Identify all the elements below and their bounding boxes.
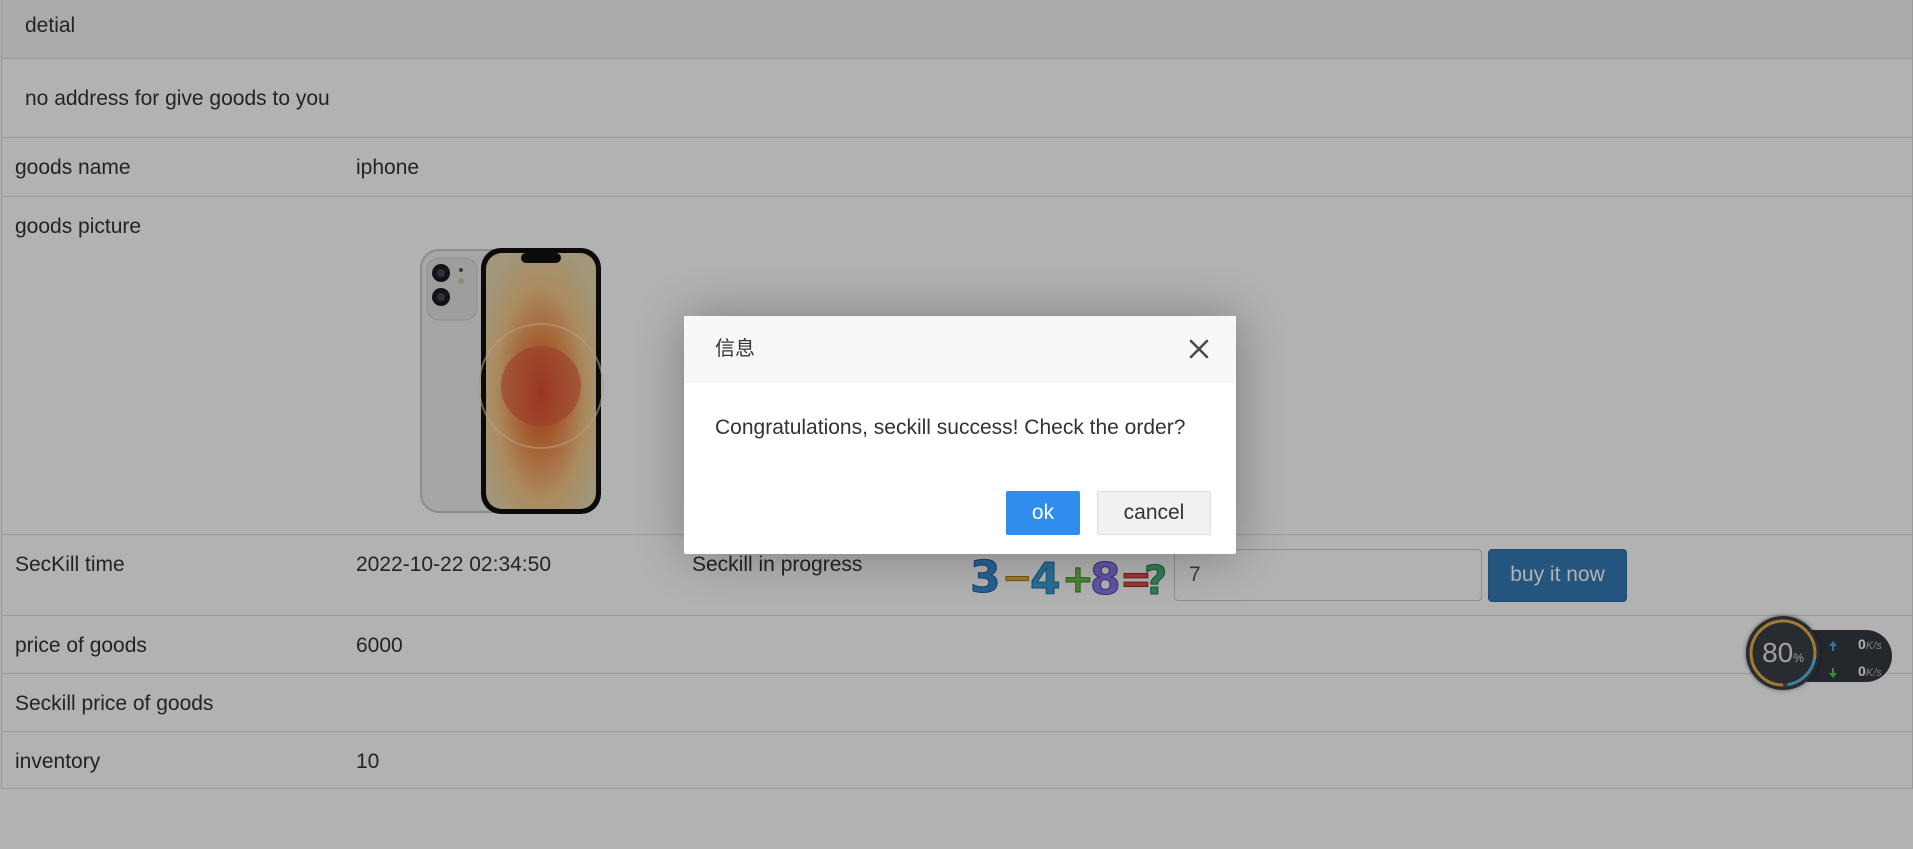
close-icon[interactable]: [1186, 336, 1212, 362]
seckill-result-dialog: 信息 Congratulations, seckill success! Che…: [684, 316, 1236, 554]
dialog-title: 信息: [715, 336, 755, 360]
dialog-message: Congratulations, seckill success! Check …: [715, 416, 1186, 439]
seckill-detail-page: detial no address for give goods to you …: [0, 0, 1913, 849]
cancel-button[interactable]: cancel: [1097, 491, 1211, 535]
ok-button[interactable]: ok: [1006, 491, 1080, 535]
dialog-header: 信息: [684, 316, 1236, 382]
